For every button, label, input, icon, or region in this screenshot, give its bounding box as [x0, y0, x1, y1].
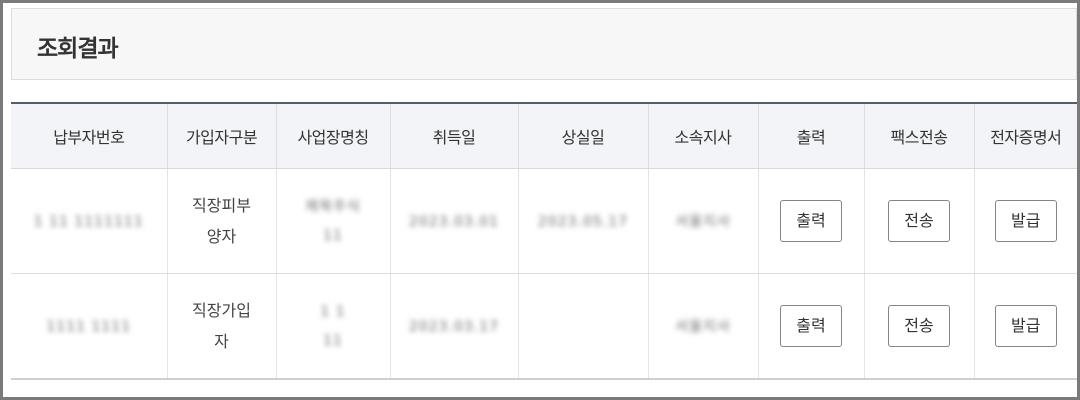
column-header-subscriber-type: 가입자구분	[166, 102, 276, 169]
subscriber-type-value: 직장가입자	[192, 301, 251, 351]
payer-no-value: 1111 1111	[46, 318, 132, 335]
workplace-name-cell: 1 1 11	[275, 273, 390, 380]
fax-cell: 전송	[863, 168, 974, 274]
table-row: 1111 1111 직장가입자 1 1 11 2023.03.17 서울지사 출…	[11, 273, 1077, 380]
result-header: 조회결과	[11, 8, 1077, 80]
table-header-row: 납부자번호 가입자구분 사업장명칭 취득일 상실일 소속지사 출력 팩스전송 전…	[11, 102, 1077, 169]
branch-value: 서울지사	[675, 213, 731, 230]
payer-no-value: 1 11 1111111	[33, 213, 144, 230]
branch-value: 서울지사	[675, 318, 731, 335]
print-button[interactable]: 출력	[780, 305, 842, 347]
page-title: 조회결과	[37, 36, 119, 62]
column-header-payer-no: 납부자번호	[11, 102, 167, 169]
workplace-name-line-1: 1 1	[320, 304, 346, 320]
issue-certificate-button[interactable]: 발급	[994, 305, 1057, 347]
e-certificate-cell: 발급	[973, 168, 1077, 274]
fax-send-button[interactable]: 전송	[888, 305, 950, 347]
fax-cell: 전송	[863, 273, 974, 380]
column-header-e-certificate: 전자증명서	[973, 102, 1077, 169]
workplace-name-line-2: 11	[323, 228, 343, 244]
acquired-date-value: 2023.03.17	[408, 318, 500, 335]
acquired-date-value: 2023.03.01	[408, 213, 500, 230]
column-header-print: 출력	[757, 102, 864, 169]
acquired-date-cell: 2023.03.01	[389, 168, 518, 274]
print-cell: 출력	[757, 273, 864, 380]
column-header-lost-date: 상실일	[517, 102, 648, 169]
workplace-name-cell: 제목주식 11	[275, 168, 390, 274]
column-header-fax: 팩스전송	[863, 102, 974, 169]
lost-date-value: 2023.05.17	[537, 213, 629, 230]
issue-certificate-button[interactable]: 발급	[994, 200, 1057, 242]
payer-no-cell: 1111 1111	[11, 273, 167, 380]
column-header-acquired-date: 취득일	[389, 102, 518, 169]
table-row: 1 11 1111111 직장피부양자 제목주식 11 2023.03.01 2…	[11, 168, 1077, 274]
workplace-name-line-1: 제목주식	[305, 199, 361, 215]
workplace-name-line-2: 11	[323, 333, 343, 349]
acquired-date-cell: 2023.03.17	[389, 273, 518, 380]
print-cell: 출력	[757, 168, 864, 274]
subscriber-type-cell: 직장피부양자	[166, 168, 276, 274]
subscriber-type-cell: 직장가입자	[166, 273, 276, 380]
lost-date-cell	[517, 273, 648, 380]
branch-cell: 서울지사	[647, 273, 758, 380]
branch-cell: 서울지사	[647, 168, 758, 274]
column-header-branch: 소속지사	[647, 102, 758, 169]
subscriber-type-value: 직장피부양자	[192, 196, 251, 246]
fax-send-button[interactable]: 전송	[888, 200, 950, 242]
print-button[interactable]: 출력	[780, 200, 842, 242]
column-header-workplace-name: 사업장명칭	[275, 102, 390, 169]
result-table: 납부자번호 가입자구분 사업장명칭 취득일 상실일 소속지사 출력 팩스전송 전…	[11, 102, 1077, 380]
payer-no-cell: 1 11 1111111	[11, 168, 167, 274]
e-certificate-cell: 발급	[973, 273, 1077, 380]
result-panel: 조회결과 납부자번호 가입자구분 사업장명칭 취득일 상실일 소속지사 출력 팩…	[0, 0, 1080, 400]
lost-date-cell: 2023.05.17	[517, 168, 648, 274]
